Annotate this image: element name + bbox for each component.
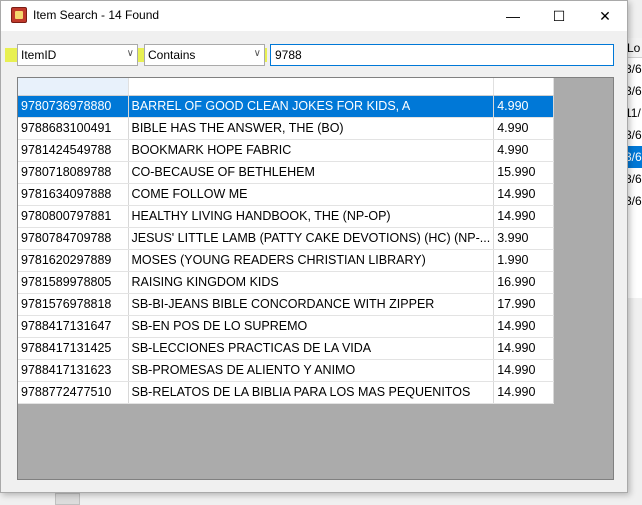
- item-price-cell[interactable]: 3.990: [493, 227, 555, 250]
- item-price-cell[interactable]: 4.990: [493, 117, 555, 140]
- maximize-button[interactable]: ☐: [536, 1, 582, 31]
- item-price-cell[interactable]: 14.990: [493, 315, 555, 338]
- item-price-cell[interactable]: 15.990: [493, 161, 555, 184]
- table-row[interactable]: 9781620297889 MOSES (YOUNG READERS CHRIST…: [18, 249, 555, 272]
- item-price-cell[interactable]: 16.990: [493, 271, 555, 294]
- item-id-cell[interactable]: 9788417131425: [18, 337, 129, 360]
- item-id-cell[interactable]: 9780784709788: [18, 227, 129, 250]
- table-row[interactable]: 9780718089788 CO-BECAUSE OF BETHLEHEM 15.9…: [18, 161, 555, 184]
- item-id-cell[interactable]: 9780800797881: [18, 205, 129, 228]
- item-title-cell[interactable]: CO-BECAUSE OF BETHLEHEM: [128, 161, 495, 184]
- item-price-cell[interactable]: 14.990: [493, 359, 555, 382]
- item-search-window: Item Search - 14 Found — ☐ ✕ ItemID ∨ Co…: [0, 0, 628, 493]
- table-row[interactable]: 9781576978818 SB-BI-JEANS BIBLE CONCORDAN…: [18, 293, 555, 316]
- table-row[interactable]: 9780800797881 HEALTHY LIVING HANDBOOK, TH…: [18, 205, 555, 228]
- item-price-cell[interactable]: 14.990: [493, 381, 555, 404]
- item-title-cell[interactable]: MOSES (YOUNG READERS CHRISTIAN LIBRARY): [128, 249, 495, 272]
- table-row[interactable]: 9781634097888 COME FOLLOW ME 14.990: [18, 183, 555, 206]
- item-title-cell[interactable]: SB-EN POS DE LO SUPREMO: [128, 315, 495, 338]
- results-table: 9780736978880 BARREL OF GOOD CLEAN JOKES …: [18, 78, 555, 404]
- item-title-cell[interactable]: RAISING KINGDOM KIDS: [128, 271, 495, 294]
- minimize-button[interactable]: —: [490, 1, 536, 31]
- item-price-cell[interactable]: 4.990: [493, 139, 555, 162]
- table-row[interactable]: 9788417131647 SB-EN POS DE LO SUPREMO 14.9…: [18, 315, 555, 338]
- item-price-cell[interactable]: 14.990: [493, 183, 555, 206]
- item-title-cell[interactable]: BIBLE HAS THE ANSWER, THE (BO): [128, 117, 495, 140]
- item-title-cell[interactable]: SB-PROMESAS DE ALIENTO Y ANIMO: [128, 359, 495, 382]
- item-price-cell[interactable]: 14.990: [493, 205, 555, 228]
- search-input[interactable]: [270, 44, 614, 66]
- title-bar[interactable]: Item Search - 14 Found — ☐ ✕: [1, 1, 627, 31]
- item-title-cell[interactable]: COME FOLLOW ME: [128, 183, 495, 206]
- item-title-cell[interactable]: HEALTHY LIVING HANDBOOK, THE (NP-OP): [128, 205, 495, 228]
- chevron-down-icon: ∨: [126, 48, 134, 59]
- table-row[interactable]: 9780736978880 BARREL OF GOOD CLEAN JOKES …: [18, 95, 555, 118]
- background-scrollbar: [55, 493, 80, 505]
- item-id-cell[interactable]: 9781424549788: [18, 139, 129, 162]
- item-id-cell[interactable]: 9788772477510: [18, 381, 129, 404]
- item-price-cell[interactable]: 14.990: [493, 337, 555, 360]
- table-row[interactable]: 9781424549788 BOOKMARK HOPE FABRIC 4.990: [18, 139, 555, 162]
- table-row[interactable]: 9788772477510 SB-RELATOS DE LA BIBLIA PAR…: [18, 381, 555, 404]
- field-select-value: ItemID: [21, 48, 57, 62]
- item-id-cell[interactable]: 9781620297889: [18, 249, 129, 272]
- item-title-cell[interactable]: BARREL OF GOOD CLEAN JOKES FOR KIDS, A: [128, 95, 495, 118]
- app-icon: [11, 7, 27, 23]
- item-id-cell[interactable]: 9780736978880: [18, 95, 129, 118]
- operator-select-value: Contains: [148, 48, 196, 62]
- table-row[interactable]: 9788417131623 SB-PROMESAS DE ALIENTO Y AN…: [18, 359, 555, 382]
- column-header[interactable]: [128, 78, 495, 96]
- item-title-cell[interactable]: SB-LECCIONES PRACTICAS DE LA VIDA: [128, 337, 495, 360]
- item-id-cell[interactable]: 9788417131647: [18, 315, 129, 338]
- chevron-down-icon: ∨: [253, 48, 261, 59]
- item-title-cell[interactable]: BOOKMARK HOPE FABRIC: [128, 139, 495, 162]
- table-row[interactable]: 9788683100491 BIBLE HAS THE ANSWER, THE (…: [18, 117, 555, 140]
- table-row[interactable]: 9781589978805 RAISING KINGDOM KIDS 16.990: [18, 271, 555, 294]
- item-price-cell[interactable]: 4.990: [493, 95, 555, 118]
- window-title: Item Search - 14 Found: [33, 8, 160, 22]
- item-id-cell[interactable]: 9781634097888: [18, 183, 129, 206]
- table-header-row: [18, 78, 555, 96]
- item-price-cell[interactable]: 1.990: [493, 249, 555, 272]
- close-button[interactable]: ✕: [582, 1, 628, 31]
- results-grid[interactable]: 9780736978880 BARREL OF GOOD CLEAN JOKES …: [17, 77, 614, 480]
- table-row[interactable]: 9788417131425 SB-LECCIONES PRACTICAS DE L…: [18, 337, 555, 360]
- column-header[interactable]: [18, 78, 129, 96]
- operator-select[interactable]: Contains ∨: [144, 44, 265, 66]
- item-id-cell[interactable]: 9781589978805: [18, 271, 129, 294]
- item-id-cell[interactable]: 9780718089788: [18, 161, 129, 184]
- item-title-cell[interactable]: SB-BI-JEANS BIBLE CONCORDANCE WITH ZIPPE…: [128, 293, 495, 316]
- item-title-cell[interactable]: SB-RELATOS DE LA BIBLIA PARA LOS MAS PEQ…: [128, 381, 495, 404]
- table-row[interactable]: 9780784709788 JESUS' LITTLE LAMB (PATTY C…: [18, 227, 555, 250]
- item-id-cell[interactable]: 9788417131623: [18, 359, 129, 382]
- field-select[interactable]: ItemID ∨: [17, 44, 138, 66]
- item-id-cell[interactable]: 9788683100491: [18, 117, 129, 140]
- item-price-cell[interactable]: 17.990: [493, 293, 555, 316]
- item-title-cell[interactable]: JESUS' LITTLE LAMB (PATTY CAKE DEVOTIONS…: [128, 227, 495, 250]
- column-header[interactable]: [493, 78, 555, 96]
- item-id-cell[interactable]: 9781576978818: [18, 293, 129, 316]
